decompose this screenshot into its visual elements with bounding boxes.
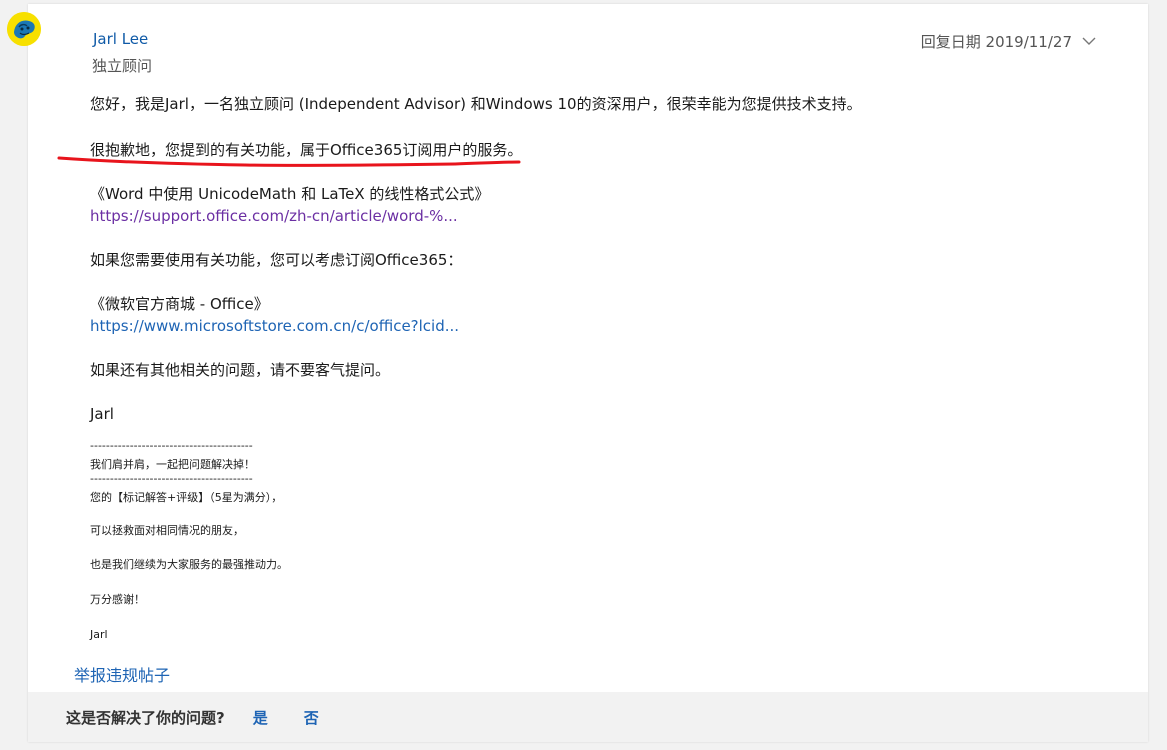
body-signoff: Jarl (90, 405, 114, 423)
yes-button[interactable]: 是 (253, 707, 268, 728)
body-paragraph: 您好，我是Jarl，一名独立顾问 (Independent Advisor) 和… (90, 95, 862, 113)
signature-divider: ----------------------------------------… (90, 439, 253, 452)
reference-title: 《Word 中使用 UnicodeMath 和 LaTeX 的线性格式公式》 (90, 185, 490, 203)
chevron-down-icon (1082, 37, 1096, 45)
report-post-link[interactable]: 举报违规帖子 (74, 662, 170, 686)
body-paragraph: 如果还有其他相关的问题，请不要客气提问。 (90, 361, 391, 379)
signature-motto: 我们肩并肩，一起把问题解决掉！ (90, 458, 255, 471)
no-button[interactable]: 否 (304, 707, 319, 728)
author-role: 独立顾问 (92, 57, 153, 75)
signature-name: Jarl (90, 628, 108, 641)
reference-title: 《微软官方商城 - Office》 (90, 295, 269, 313)
author-name[interactable]: Jarl Lee (93, 30, 148, 48)
signature-divider: ----------------------------------------… (90, 472, 253, 485)
reply-date-menu[interactable]: 回复日期 2019/11/27 (921, 31, 1096, 52)
avatar-image-icon (7, 12, 41, 46)
reference-link[interactable]: https://www.microsoftstore.com.cn/c/offi… (90, 316, 459, 336)
signature-line: 也是我们继续为大家服务的最强推动力。 (90, 558, 288, 571)
reply-card: Jarl Lee 独立顾问 回复日期 2019/11/27 您好，我是Jarl，… (28, 4, 1148, 742)
feedback-bar: 这是否解决了你的问题? 是 否 (28, 692, 1148, 742)
red-underline-annotation (57, 156, 521, 167)
avatar[interactable] (7, 12, 41, 46)
feedback-question: 这是否解决了你的问题? (66, 708, 225, 727)
reply-date-label: 回复日期 2019/11/27 (920, 33, 1072, 51)
signature-line: 您的【标记解答+评级】（5星为满分）， (90, 491, 283, 504)
body-paragraph: 如果您需要使用有关功能，您可以考虑订阅Office365： (90, 251, 463, 269)
reference-link[interactable]: https://support.office.com/zh-cn/article… (90, 206, 458, 226)
signature-line: 可以拯救面对相同情况的朋友， (90, 524, 244, 537)
signature-line: 万分感谢！ (90, 593, 145, 606)
